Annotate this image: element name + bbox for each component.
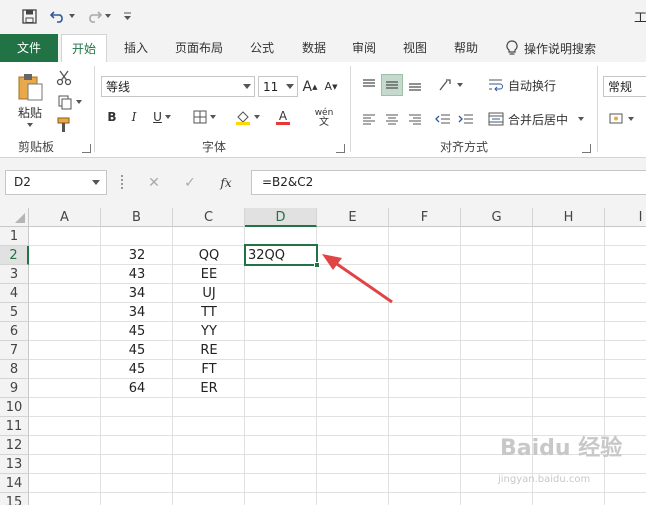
group-divider (350, 66, 351, 152)
orientation-button[interactable] (434, 74, 466, 96)
title-bar: 工 (0, 0, 646, 34)
wrap-text-label: 自动换行 (508, 78, 557, 93)
tab-review[interactable]: 审阅 (340, 34, 388, 62)
tab-data[interactable]: 数据 (290, 34, 338, 62)
fill-color-button[interactable] (230, 106, 264, 128)
merge-center-label: 合并后居中 (508, 112, 569, 127)
clipboard-icon (18, 73, 43, 100)
decrease-indent-icon[interactable] (432, 108, 454, 130)
clipboard-launcher-icon[interactable] (82, 144, 91, 153)
redo-button[interactable] (84, 5, 112, 27)
undo-button[interactable] (48, 5, 76, 27)
alignment-group-label: 对齐方式 (440, 140, 489, 154)
align-right-icon[interactable] (404, 108, 426, 130)
alignment-launcher-icon[interactable] (582, 144, 591, 153)
align-left-icon[interactable] (358, 108, 380, 130)
italic-button[interactable]: I (125, 106, 143, 128)
phonetic-label: wén (314, 107, 334, 118)
name-box[interactable]: D2 (5, 170, 107, 195)
font-color-label: A (278, 108, 288, 123)
currency-icon (609, 113, 622, 124)
tab-insert[interactable]: 插入 (112, 34, 160, 62)
worksheet-grid[interactable]: A B C D E F G H I 1 2 3 4 5 6 7 8 9 10 11 12 13 14 15 32 43 34 34 45… (0, 208, 646, 505)
watermark-url: jingyan.baidu.com (498, 474, 591, 485)
font-name-value: 等线 (106, 80, 131, 94)
tab-file[interactable]: 文件 (0, 34, 58, 62)
align-center-icon[interactable] (381, 108, 403, 130)
tab-view[interactable]: 视图 (391, 34, 439, 62)
tab-page-layout[interactable]: 页面布局 (166, 34, 232, 62)
ribbon-home: 粘贴 剪贴板 等线 11 A ▲ A ▼ B I U A wén 文 字体 自动… (0, 62, 646, 158)
copy-icon[interactable] (52, 92, 86, 112)
number-format-value: 常规 (608, 80, 633, 94)
underline-button[interactable]: U (147, 106, 177, 128)
paste-button[interactable]: 粘贴 (10, 68, 50, 130)
ribbon-tabs: 文件 开始 插入 页面布局 公式 数据 审阅 视图 帮助 操作说明搜索 (0, 34, 646, 63)
format-painter-icon[interactable] (52, 115, 76, 135)
number-format-select[interactable]: 常规 (603, 76, 646, 97)
wrap-text-icon (489, 79, 503, 92)
font-size-value: 11 (263, 79, 279, 94)
phonetic-guide-button[interactable]: wén 文 (308, 104, 340, 130)
bold-button[interactable]: B (103, 106, 121, 128)
shrink-font-button[interactable]: A ▼ (322, 76, 340, 97)
name-box-value: D2 (14, 175, 31, 189)
grow-font-button[interactable]: A ▲ (301, 76, 319, 97)
paste-label: 粘贴 (17, 105, 42, 120)
insert-function-button[interactable]: fx (208, 176, 244, 190)
align-top-icon[interactable] (358, 74, 380, 96)
tell-me-label: 操作说明搜索 (524, 41, 597, 56)
borders-icon (193, 110, 206, 124)
align-bottom-icon[interactable] (404, 74, 426, 96)
arrow-shaft (333, 260, 393, 304)
watermark-logo: Baidu 经验 (500, 436, 623, 461)
grow-font-label: A (302, 78, 313, 95)
font-size-select[interactable]: 11 (258, 76, 298, 97)
formula-bar: D2 ✕ ✓ fx =B2&C2 (0, 158, 646, 208)
font-launcher-icon[interactable] (336, 144, 345, 153)
shrink-font-label: A (324, 80, 333, 93)
formula-input[interactable]: =B2&C2 (251, 170, 646, 195)
formula-buttons: ✕ ✓ fx (136, 170, 246, 195)
align-middle-icon[interactable] (381, 74, 403, 96)
group-divider (597, 66, 598, 152)
formula-bar-splitter[interactable] (121, 175, 123, 189)
customize-qat-icon[interactable] (120, 5, 134, 27)
font-color-button[interactable]: A (266, 106, 300, 128)
clipboard-group-label: 剪贴板 (18, 140, 55, 154)
underline-label: U (153, 110, 162, 124)
accounting-format-button[interactable] (605, 108, 637, 130)
fill-bucket-icon (235, 111, 250, 125)
tab-home[interactable]: 开始 (61, 34, 107, 63)
lightbulb-icon (506, 40, 518, 55)
group-divider (94, 66, 95, 152)
arrow-head (322, 254, 342, 270)
merge-center-button[interactable]: 合并后居中 (488, 108, 586, 130)
orientation-icon (438, 79, 451, 91)
save-icon[interactable] (18, 5, 40, 27)
increase-indent-icon[interactable] (455, 108, 477, 130)
font-group-label: 字体 (202, 140, 227, 154)
cut-icon[interactable] (52, 68, 76, 88)
tab-formulas[interactable]: 公式 (238, 34, 286, 62)
enter-icon[interactable]: ✓ (172, 175, 208, 191)
borders-button[interactable] (188, 106, 220, 128)
wrap-text-button[interactable]: 自动换行 (488, 74, 570, 96)
merge-center-icon (488, 112, 504, 126)
font-name-select[interactable]: 等线 (101, 76, 255, 97)
window-title: 工 (634, 11, 646, 26)
tab-help[interactable]: 帮助 (442, 34, 490, 62)
cancel-icon[interactable]: ✕ (136, 175, 172, 191)
tell-me-search[interactable]: 操作说明搜索 (506, 34, 596, 62)
